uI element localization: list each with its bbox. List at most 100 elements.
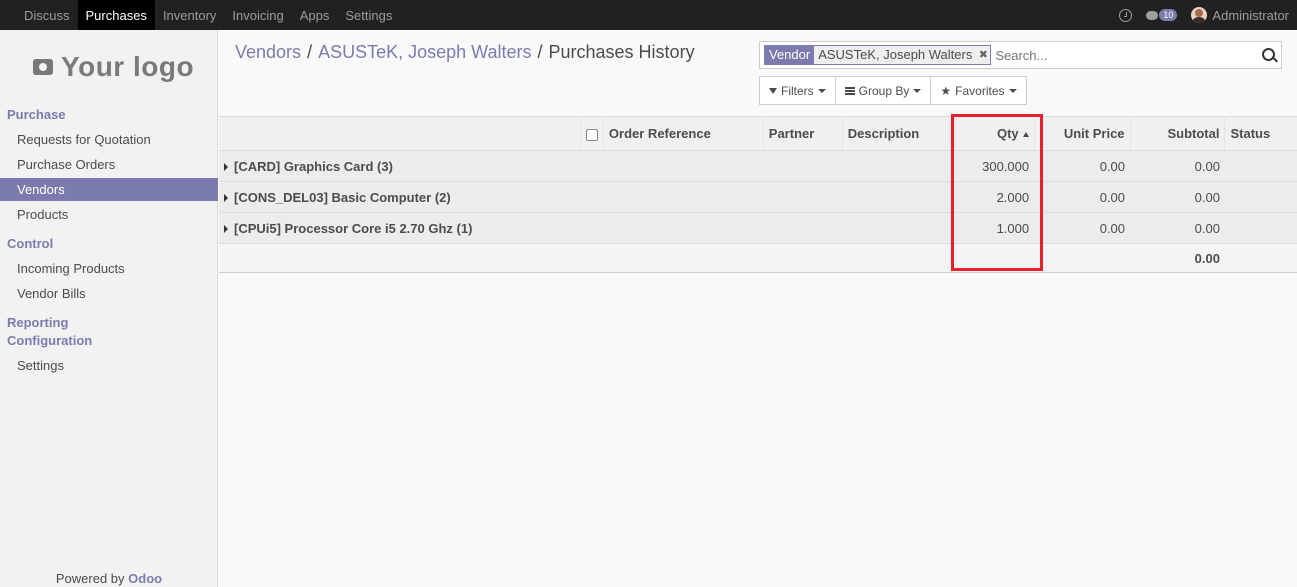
list-view: Order Reference Partner Description Qty …	[219, 116, 1297, 273]
group-name[interactable]: [CONS_DEL03] Basic Computer (2)	[219, 181, 955, 213]
messages-button[interactable]: 10	[1146, 9, 1178, 21]
breadcrumb-separator: /	[537, 42, 543, 62]
search-bar: Vendor ASUSTeK, Joseph Walters ✖	[759, 41, 1282, 69]
systray: 10 Administrator	[1119, 0, 1289, 30]
search-icon[interactable]	[1262, 48, 1275, 61]
col-status[interactable]: Status	[1224, 116, 1297, 151]
sidebar-item-products[interactable]: Products	[0, 203, 218, 226]
caret-right-icon	[224, 225, 228, 234]
search-facet: Vendor ASUSTeK, Joseph Walters ✖	[764, 45, 992, 65]
page-title: Purchases History	[548, 42, 695, 62]
menu-settings[interactable]: Settings	[337, 0, 400, 30]
facet-value: ASUSTeK, Joseph Walters	[814, 46, 977, 64]
group-row[interactable]: [CPUi5] Processor Core i5 2.70 Ghz (1) 1…	[219, 212, 1297, 244]
footer-subtotal: 0.00	[1130, 243, 1225, 273]
table-header: Order Reference Partner Description Qty …	[219, 116, 1297, 151]
group-qty: 300.000	[954, 150, 1035, 182]
caret-down-icon	[913, 88, 922, 93]
group-status	[1224, 212, 1297, 244]
group-unit-price: 0.00	[1034, 212, 1131, 244]
group-unit-price: 0.00	[1034, 150, 1131, 182]
group-unit-price: 0.00	[1034, 181, 1131, 213]
sort-ascending-icon	[1022, 132, 1029, 138]
user-menu[interactable]: Administrator	[1191, 7, 1289, 23]
filters-button[interactable]: Filters	[760, 77, 836, 104]
facet-category: Vendor	[765, 46, 815, 64]
footer-status	[1224, 243, 1297, 273]
powered-by: Powered by Odoo	[0, 571, 218, 586]
sidebar: Your logo Purchase Requests for Quotatio…	[0, 30, 218, 587]
avatar	[1191, 7, 1208, 23]
activity-clock-icon[interactable]	[1119, 8, 1133, 22]
breadcrumb-vendor[interactable]: ASUSTeK, Joseph Walters	[318, 42, 531, 63]
caret-down-icon	[1008, 88, 1017, 93]
group-label: [CPUi5] Processor Core i5 2.70 Ghz (1)	[234, 220, 473, 236]
breadcrumb-separator: /	[307, 42, 313, 62]
group-subtotal: 0.00	[1130, 150, 1225, 182]
logo-text: Your logo	[61, 51, 195, 82]
col-description[interactable]: Description	[841, 116, 955, 151]
caret-right-icon	[224, 163, 228, 172]
group-row[interactable]: [CARD] Graphics Card (3) 300.000 0.00 0.…	[219, 150, 1297, 182]
company-logo[interactable]: Your logo	[17, 41, 199, 93]
breadcrumb: Vendors / ASUSTeK, Joseph Walters / Purcha…	[235, 42, 695, 63]
footer-spacer	[219, 243, 1131, 273]
powered-prefix: Powered by	[55, 571, 129, 586]
group-name[interactable]: [CARD] Graphics Card (3)	[219, 150, 955, 182]
col-order-reference[interactable]: Order Reference	[602, 116, 764, 151]
sidebar-item-vendors[interactable]: Vendors	[0, 178, 218, 201]
caret-right-icon	[224, 194, 228, 203]
header-spacer	[219, 116, 581, 151]
group-qty: 1.000	[954, 212, 1035, 244]
remove-facet-icon[interactable]: ✖	[976, 46, 991, 64]
favorites-label: Favorites	[955, 83, 1005, 98]
breadcrumb-vendors[interactable]: Vendors	[235, 42, 301, 63]
user-name: Administrator	[1212, 7, 1289, 23]
filters-label: Filters	[781, 83, 814, 98]
sidebar-item-settings[interactable]: Settings	[0, 354, 218, 377]
sidebar-item-requests-for-quotation[interactable]: Requests for Quotation	[0, 128, 218, 151]
col-qty-label: Qty	[996, 126, 1019, 141]
group-name[interactable]: [CPUi5] Processor Core i5 2.70 Ghz (1)	[219, 212, 955, 244]
group-subtotal: 0.00	[1130, 181, 1225, 213]
menu-invoicing[interactable]: Invoicing	[224, 0, 291, 30]
group-label: [CONS_DEL03] Basic Computer (2)	[234, 189, 451, 205]
odoo-link[interactable]: Odoo	[128, 571, 162, 586]
group-by-button[interactable]: Group By	[836, 77, 932, 104]
menu-discuss[interactable]: Discuss	[16, 0, 78, 30]
group-subtotal: 0.00	[1130, 212, 1225, 244]
menu-purchases[interactable]: Purchases	[77, 0, 155, 30]
menu-apps[interactable]: Apps	[292, 0, 338, 30]
group-row[interactable]: [CONS_DEL03] Basic Computer (2) 2.000 0.…	[219, 181, 1297, 213]
checkbox-icon	[585, 128, 598, 141]
col-partner[interactable]: Partner	[762, 116, 843, 151]
table-footer: 0.00	[219, 243, 1297, 273]
message-count-badge: 10	[1159, 9, 1178, 21]
section-control: Control	[7, 236, 54, 251]
caret-down-icon	[817, 88, 826, 93]
chat-icon	[1146, 10, 1159, 20]
group-label: [CARD] Graphics Card (3)	[234, 158, 393, 174]
group-status	[1224, 150, 1297, 182]
filter-icon	[769, 87, 777, 94]
section-reporting[interactable]: Reporting	[7, 315, 68, 330]
search-input[interactable]	[991, 44, 1252, 66]
col-unit-price[interactable]: Unit Price	[1033, 116, 1131, 151]
col-subtotal[interactable]: Subtotal	[1129, 116, 1225, 151]
top-navbar: Discuss Purchases Inventory Invoicing Ap…	[0, 0, 1297, 30]
bars-icon	[844, 86, 855, 95]
group-qty: 2.000	[954, 181, 1035, 213]
purchase-history-table: Order Reference Partner Description Qty …	[219, 116, 1297, 273]
section-purchase: Purchase	[7, 107, 66, 122]
main-menu: Discuss Purchases Inventory Invoicing Ap…	[0, 0, 400, 30]
search-options: Filters Group By ★ Favorites	[759, 76, 1027, 105]
sidebar-item-vendor-bills[interactable]: Vendor Bills	[0, 282, 218, 305]
select-all-checkbox[interactable]	[579, 116, 604, 151]
favorites-button[interactable]: ★ Favorites	[931, 77, 1025, 104]
col-qty[interactable]: Qty	[953, 116, 1035, 151]
sidebar-item-incoming-products[interactable]: Incoming Products	[0, 257, 218, 280]
camera-icon	[33, 59, 53, 75]
star-icon: ★	[940, 83, 952, 98]
menu-inventory[interactable]: Inventory	[155, 0, 224, 30]
sidebar-item-purchase-orders[interactable]: Purchase Orders	[0, 153, 218, 176]
